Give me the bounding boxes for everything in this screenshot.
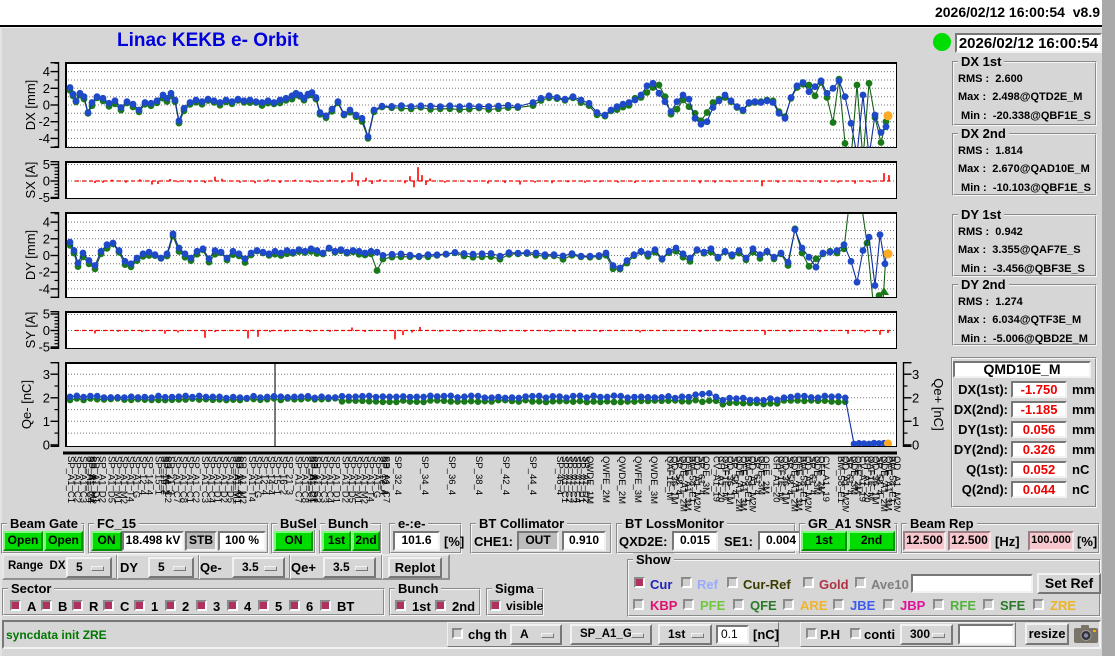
svg-text:-5: -5: [38, 190, 50, 205]
svg-text:-4: -4: [38, 131, 50, 146]
svg-text:-2: -2: [38, 265, 50, 280]
svg-text:-4: -4: [38, 281, 50, 296]
svg-text:2: 2: [43, 81, 50, 96]
svg-text:SY [A]: SY [A]: [23, 312, 38, 349]
svg-text:QWFE_2M: QWFE_2M: [600, 456, 611, 503]
svg-text:4: 4: [43, 64, 50, 79]
svg-text:SP_38_4: SP_38_4: [473, 456, 484, 495]
svg-text:SP_A1_C7: SP_A1_C7: [381, 456, 392, 503]
svg-text:SP_44_4: SP_44_4: [527, 456, 538, 495]
svg-text:SP_34_4: SP_34_4: [419, 456, 430, 495]
svg-text:0: 0: [43, 323, 50, 338]
svg-text:Qe- [nC]: Qe- [nC]: [19, 380, 34, 429]
svg-text:0: 0: [43, 437, 50, 452]
svg-text:1: 1: [43, 414, 50, 429]
svg-text:4: 4: [43, 215, 50, 230]
svg-text:Qe+ [nC]: Qe+ [nC]: [931, 378, 945, 430]
svg-text:0: 0: [912, 437, 919, 452]
svg-text:QD_A1_M2M: QD_A1_M2M: [891, 456, 902, 512]
svg-text:DY [mm]: DY [mm]: [23, 230, 38, 280]
svg-text:QFE_2M: QFE_2M: [760, 456, 771, 494]
svg-text:CV_A1_19: CV_A1_19: [820, 456, 831, 502]
svg-text:0: 0: [43, 174, 50, 189]
svg-text:-5: -5: [38, 340, 50, 355]
svg-text:5: 5: [43, 307, 50, 322]
svg-text:SP_42_4: SP_42_4: [500, 456, 511, 495]
svg-text:2: 2: [912, 390, 919, 405]
svg-text:QWDE_3M: QWDE_3M: [648, 456, 659, 504]
svg-text:QWDE_2M: QWDE_2M: [616, 456, 627, 504]
svg-text:QDE_3M: QDE_3M: [700, 456, 711, 495]
svg-text:QWFE_3M: QWFE_3M: [632, 456, 643, 503]
svg-text:0: 0: [43, 98, 50, 113]
svg-text:2: 2: [43, 390, 50, 405]
svg-text:0: 0: [43, 248, 50, 263]
svg-text:SX [A]: SX [A]: [23, 162, 38, 199]
svg-text:SP_32_4: SP_32_4: [392, 456, 403, 495]
svg-text:DX [mm]: DX [mm]: [23, 80, 38, 131]
svg-text:-2: -2: [38, 114, 50, 129]
svg-text:1: 1: [912, 414, 919, 429]
svg-text:2: 2: [43, 231, 50, 246]
svg-text:5: 5: [43, 157, 50, 172]
svg-text:SP_36_4: SP_36_4: [446, 456, 457, 495]
svg-text:3: 3: [43, 367, 50, 382]
svg-text:QWDE_1M: QWDE_1M: [584, 456, 595, 504]
svg-text:3: 3: [912, 367, 919, 382]
